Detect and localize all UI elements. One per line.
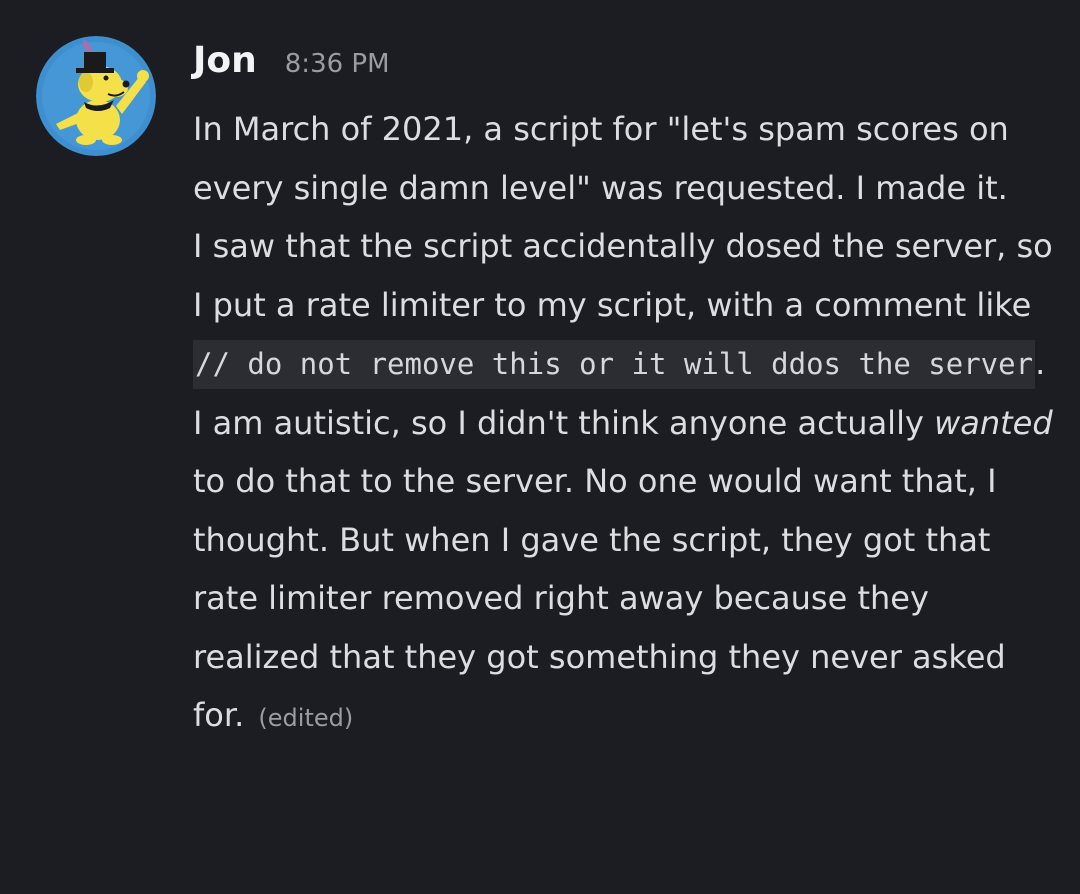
message-paragraph: I saw that the script accidentally dosed… [193,217,1053,394]
edited-indicator: (edited) [258,704,354,732]
message-text: to do that to the server. No one would w… [193,462,1006,734]
italic-text: wanted [934,403,1053,442]
inline-code: // do not remove this or it will ddos th… [193,340,1036,389]
timestamp[interactable]: 8:36 PM [285,49,390,79]
message-paragraph: In March of 2021, a script for "let's sp… [193,110,1009,207]
message-text: . [1035,344,1046,382]
message-text: I saw that the script accidentally dosed… [193,227,1053,324]
message-content: Jon 8:36 PM In March of 2021, a script f… [193,40,1053,748]
avatar[interactable] [36,36,156,156]
message-body: In March of 2021, a script for "let's sp… [193,100,1053,748]
yellow-cartoon-dog-avatar-icon [36,36,156,156]
message-text: I am autistic, so I didn't think anyone … [193,403,935,442]
message-header: Jon 8:36 PM [193,40,1053,100]
message-paragraph: I am autistic, so I didn't think anyone … [193,394,1053,748]
username[interactable]: Jon [193,40,257,81]
chat-message: Jon 8:36 PM In March of 2021, a script f… [0,0,1080,894]
